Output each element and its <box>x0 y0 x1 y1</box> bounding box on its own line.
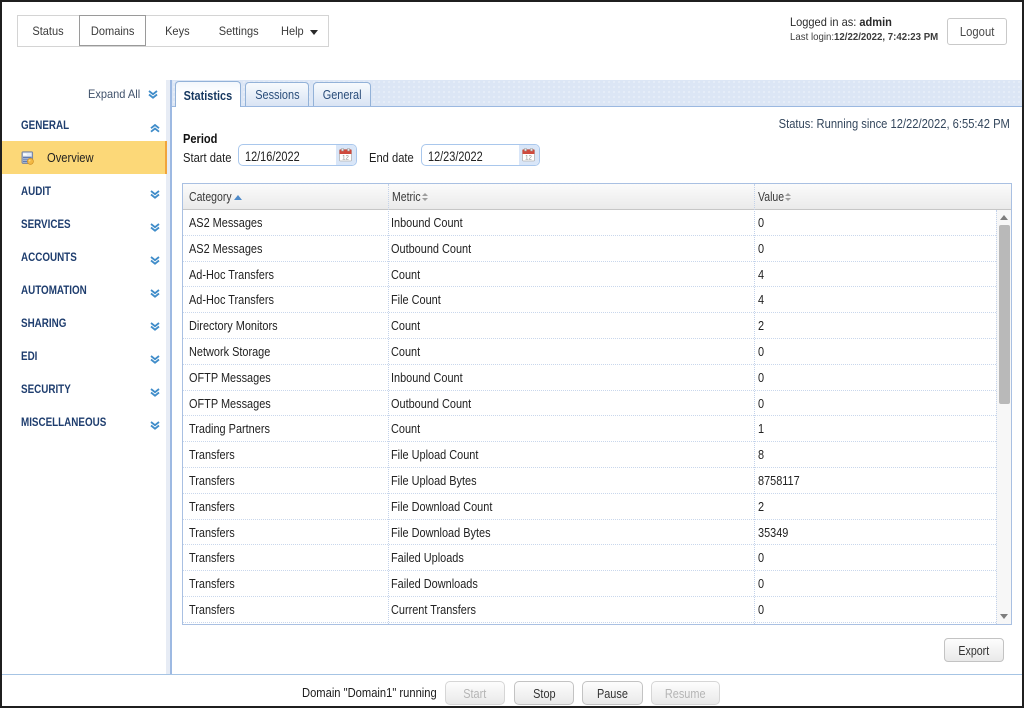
svg-text:12: 12 <box>525 156 532 162</box>
svg-text:12: 12 <box>342 156 349 162</box>
